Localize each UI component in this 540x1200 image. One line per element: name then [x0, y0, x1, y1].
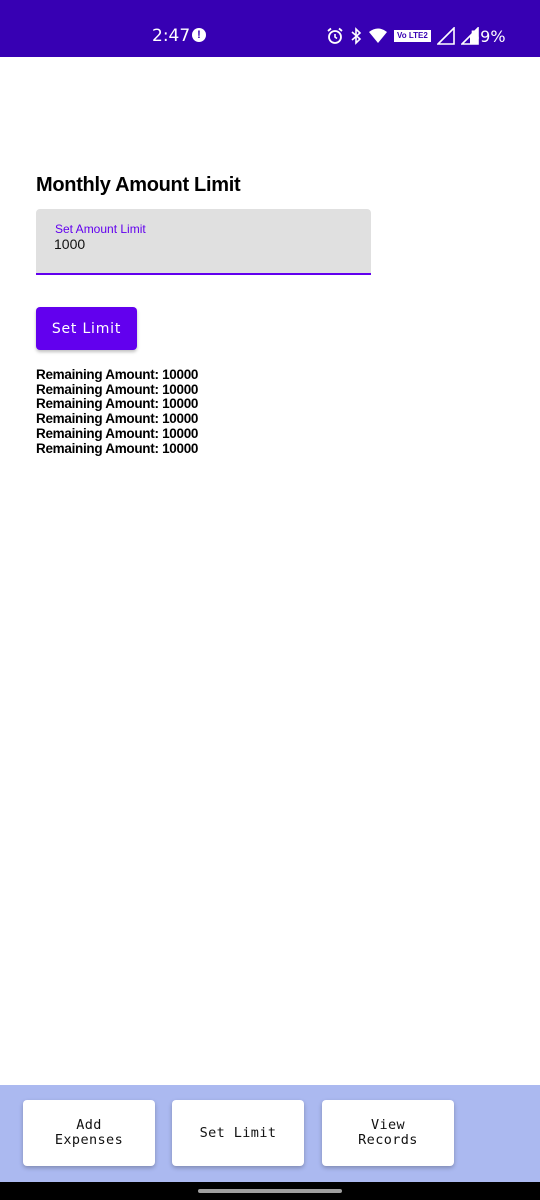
- signal-icon: [436, 27, 455, 45]
- battery-percentage: 59%: [470, 27, 506, 46]
- status-time: 2:47: [152, 26, 191, 46]
- home-gesture-handle[interactable]: [198, 1189, 342, 1193]
- add-expenses-button[interactable]: Add Expenses: [23, 1100, 155, 1166]
- status-bar: 2:47 ! Vo LTE2 59%: [0, 0, 540, 57]
- bluetooth-icon: [351, 27, 362, 45]
- set-limit-button[interactable]: Set Limit: [36, 307, 137, 350]
- bottom-navigation: Add Expenses Set Limit View Records: [0, 1085, 540, 1182]
- remaining-amount-text: Remaining Amount: 10000: [36, 411, 199, 427]
- amount-limit-field[interactable]: Set Amount Limit: [36, 209, 371, 275]
- amount-limit-label: Set Amount Limit: [55, 222, 146, 236]
- remaining-amount-text: Remaining Amount: 10000: [36, 381, 199, 397]
- alarm-icon: [327, 27, 343, 44]
- remaining-amount-list: Remaining Amount: 10000 Remaining Amount…: [36, 367, 199, 456]
- remaining-amount-text: Remaining Amount: 10000: [36, 396, 199, 412]
- set-limit-nav-button[interactable]: Set Limit: [172, 1100, 304, 1166]
- alert-icon: !: [192, 28, 206, 42]
- view-records-button[interactable]: View Records: [322, 1100, 454, 1166]
- gesture-navigation-bar: [0, 1182, 540, 1200]
- volte-icon: Vo LTE2: [394, 30, 431, 42]
- remaining-amount-text: Remaining Amount: 10000: [36, 367, 199, 382]
- remaining-amount-text: Remaining Amount: 10000: [36, 440, 199, 456]
- status-icons: Vo LTE2: [326, 24, 479, 48]
- wifi-icon: [369, 28, 387, 43]
- amount-limit-input[interactable]: [54, 236, 354, 252]
- page-title: Monthly Amount Limit: [36, 174, 241, 196]
- remaining-amount-text: Remaining Amount: 10000: [36, 425, 199, 441]
